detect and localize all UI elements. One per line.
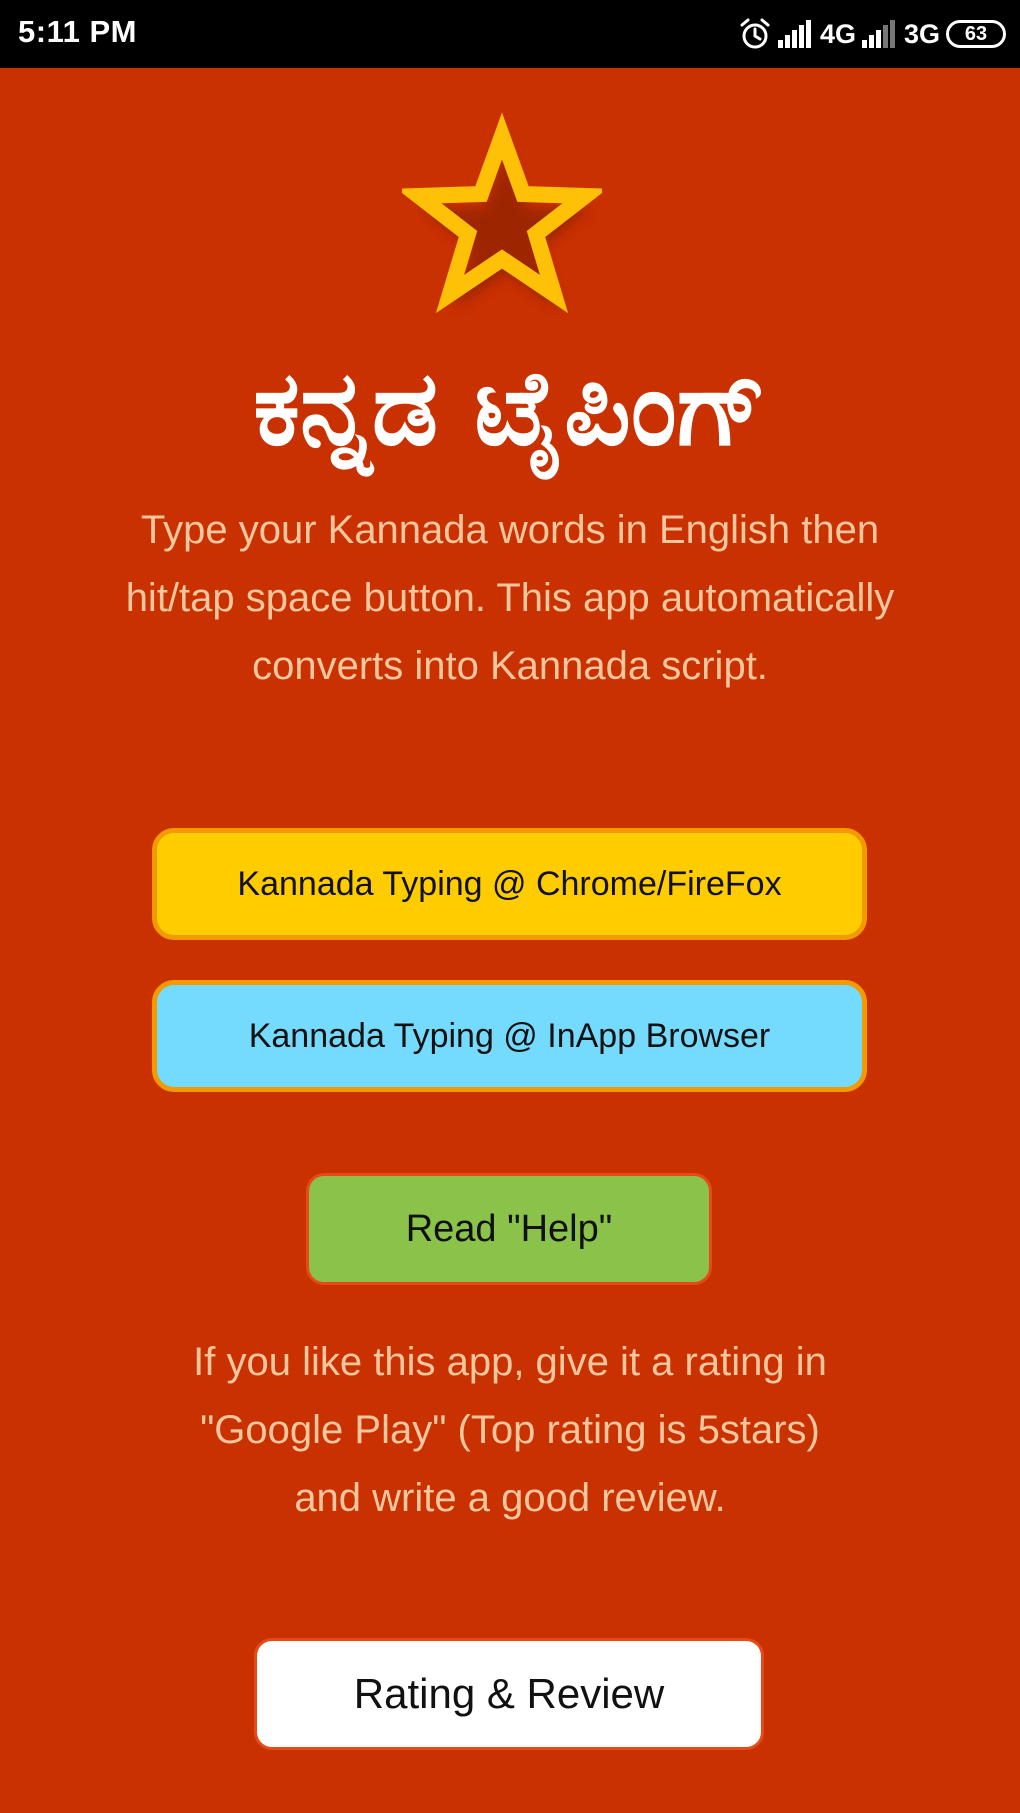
app-title: ಕನ್ನಡ ಟೈಪಿಂಗ್	[253, 347, 767, 469]
signal-icon	[861, 20, 898, 48]
chrome-typing-button-label: Kannada Typing @ Chrome/FireFox	[237, 864, 782, 903]
rating-review-button[interactable]: Rating & Review	[254, 1638, 764, 1750]
network-type-1: 4G	[819, 18, 856, 49]
main-screen: ಕನ್ನಡ ಟೈಪಿಂಗ್ Type your Kannada words in…	[0, 68, 1020, 1813]
status-time: 5:11 PM	[18, 14, 137, 49]
chrome-typing-button[interactable]: Kannada Typing @ Chrome/FireFox	[152, 828, 867, 940]
status-icons: 4G 3G 63	[738, 12, 1006, 56]
network-type-2: 3G	[903, 18, 940, 49]
signal-icon	[777, 20, 814, 48]
rating-text: If you like this app, give it a rating i…	[193, 1340, 827, 1520]
rating-review-button-label: Rating & Review	[353, 1670, 665, 1717]
inapp-typing-button-label: Kannada Typing @ InApp Browser	[248, 1016, 771, 1055]
help-button[interactable]: Read "Help"	[306, 1173, 712, 1285]
inapp-typing-button[interactable]: Kannada Typing @ InApp Browser	[152, 980, 867, 1092]
battery-level: 63	[964, 22, 988, 45]
alarm-icon	[738, 17, 772, 51]
help-button-label: Read "Help"	[405, 1207, 613, 1250]
battery-icon: 63	[946, 20, 1006, 48]
star-icon	[396, 108, 608, 328]
status-bar: 5:11 PM 4G 3G 63	[0, 0, 1020, 68]
intro-text: Type your Kannada words in English then …	[125, 508, 895, 688]
